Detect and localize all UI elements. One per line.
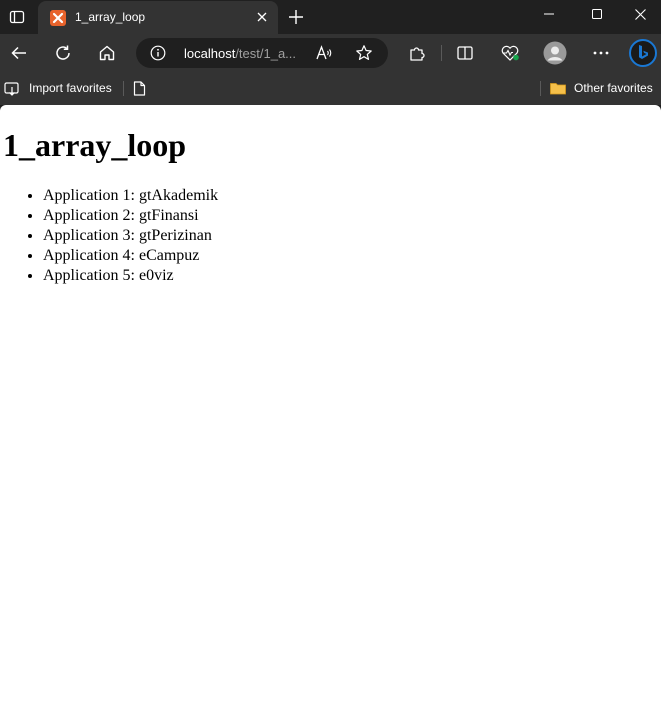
browser-window: 1_array_loop localhost/test/1_a... Impor… [0, 0, 661, 712]
favorites-divider [123, 81, 124, 96]
xampp-favicon-icon [50, 10, 66, 26]
refresh-icon [54, 44, 72, 62]
read-aloud-icon[interactable] [314, 43, 334, 63]
minimize-button[interactable] [526, 0, 572, 28]
refresh-button[interactable] [47, 37, 79, 69]
favorites-divider [540, 81, 541, 96]
profile-button[interactable] [539, 37, 571, 69]
page-icon [133, 80, 146, 96]
favorite-page-item[interactable] [133, 79, 146, 97]
tab-actions-icon [9, 9, 25, 25]
page-heading: 1_array_loop [3, 127, 187, 163]
toolbar-divider [441, 45, 442, 61]
ellipsis-icon [593, 51, 609, 55]
folder-icon [550, 81, 566, 95]
split-screen-button[interactable] [449, 37, 481, 69]
url-path: /test/1_a... [235, 46, 297, 61]
site-info-icon[interactable] [150, 45, 166, 61]
new-tab-button[interactable] [284, 5, 308, 29]
avatar-icon [543, 41, 567, 65]
bing-icon [629, 39, 657, 67]
address-bar[interactable]: localhost/test/1_a... [136, 38, 388, 68]
minimize-icon [544, 9, 554, 19]
tab-actions-button[interactable] [0, 0, 34, 34]
active-tab[interactable]: 1_array_loop [38, 1, 278, 34]
maximize-icon [592, 9, 602, 19]
tab-strip: 1_array_loop [0, 0, 661, 34]
back-arrow-icon [10, 44, 28, 62]
star-favorite-icon[interactable] [354, 43, 374, 63]
split-screen-icon [456, 44, 474, 62]
import-icon [4, 81, 21, 96]
maximize-button[interactable] [574, 0, 620, 28]
close-window-button[interactable] [620, 0, 661, 28]
puzzle-icon [408, 44, 426, 62]
navigation-toolbar: localhost/test/1_a... [0, 34, 661, 72]
home-button[interactable] [91, 37, 123, 69]
list-item: Application 4: eCampuz [43, 246, 661, 266]
page-content: 1_array_loop Application 1: gtAkademik A… [0, 127, 661, 286]
url-text[interactable]: localhost/test/1_a... [184, 46, 296, 61]
plus-icon [289, 10, 303, 24]
list-item: Application 2: gtFinansi [43, 206, 661, 226]
list-item: Application 1: gtAkademik [43, 186, 661, 206]
close-icon [635, 8, 646, 20]
home-icon [98, 44, 116, 62]
tab-close-icon[interactable] [254, 9, 270, 25]
bing-copilot-button[interactable] [627, 37, 659, 69]
tab-title: 1_array_loop [75, 10, 146, 24]
list-item: Application 5: e0viz [43, 266, 661, 286]
heart-pulse-icon [500, 44, 520, 62]
back-button[interactable] [3, 37, 35, 69]
import-favorites-button[interactable]: Import favorites [4, 79, 112, 97]
browser-essentials-button[interactable] [494, 37, 526, 69]
other-favorites-button[interactable]: Other favorites [550, 79, 653, 97]
application-list: Application 1: gtAkademik Application 2:… [3, 186, 661, 286]
url-host: localhost [184, 46, 236, 61]
other-favorites-label: Other favorites [574, 81, 653, 95]
list-item: Application 3: gtPerizinan [43, 226, 661, 246]
import-favorites-label: Import favorites [29, 81, 112, 95]
extensions-button[interactable] [401, 37, 433, 69]
page-viewport: 1_array_loop Application 1: gtAkademik A… [0, 105, 661, 712]
settings-menu-button[interactable] [585, 37, 617, 69]
favorites-bar: Import favorites Other favorites [0, 72, 661, 105]
